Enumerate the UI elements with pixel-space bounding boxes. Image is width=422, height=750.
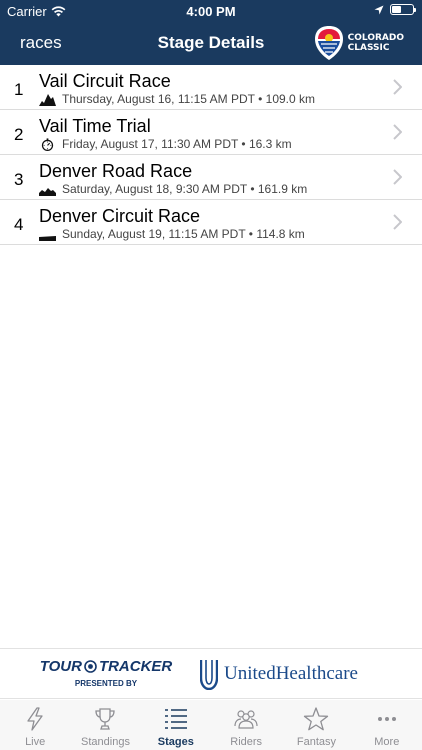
nav-bar: races Stage Details COLORADO CLASSIC <box>0 22 422 65</box>
tab-live[interactable]: Live <box>0 700 70 750</box>
mountain-icon <box>39 93 56 106</box>
stage-details: Thursday, August 16, 11:15 AM PDT • 109.… <box>39 92 315 106</box>
tab-riders[interactable]: Riders <box>211 700 281 750</box>
stage-details: Saturday, August 18, 9:30 AM PDT • 161.9… <box>39 182 307 196</box>
stage-row-2[interactable]: 2 Vail Time Trial Friday, August 17, 11:… <box>0 110 422 155</box>
stopwatch-icon <box>41 137 54 151</box>
back-button[interactable]: races <box>20 33 62 53</box>
trophy-icon <box>95 708 116 730</box>
status-bar: Carrier 4:00 PM <box>0 0 422 22</box>
stage-details: Sunday, August 19, 11:15 AM PDT • 114.8 … <box>39 227 305 241</box>
stage-title: Denver Road Race <box>39 161 193 181</box>
unitedhealthcare-wordmark: UnitedHealthcare <box>224 663 358 684</box>
stage-number: 1 <box>14 80 24 99</box>
stage-number: 3 <box>14 170 24 189</box>
unitedhealthcare-logo: UnitedHealthcare <box>200 658 358 690</box>
chevron-right-icon <box>393 214 402 230</box>
logo-line-2: CLASSIC <box>347 43 390 53</box>
tab-fantasy[interactable]: Fantasy <box>281 700 351 750</box>
stage-details-text: Thursday, August 16, 11:15 AM PDT • 109.… <box>62 92 316 106</box>
stage-title: Vail Circuit Race <box>39 71 171 91</box>
stage-title: Vail Time Trial <box>39 116 151 136</box>
tab-label: Stages <box>157 736 194 748</box>
stage-number: 2 <box>14 125 24 144</box>
presented-by-label: PRESENTED BY <box>74 679 138 688</box>
stage-list: 1 Vail Circuit Race Thursday, August 16,… <box>0 65 422 245</box>
tour-tracker-wordmark: TOUR TRACKER <box>36 658 176 675</box>
sponsor-banner[interactable]: TOUR TRACKER PRESENTED BY UnitedHealthca… <box>0 648 422 699</box>
tab-label: Live <box>25 736 46 748</box>
stage-row-1[interactable]: 1 Vail Circuit Race Thursday, August 16,… <box>0 65 422 110</box>
tour-tracker-logo: TOUR TRACKER PRESENTED BY <box>36 658 176 688</box>
target-icon <box>84 660 97 673</box>
uhc-u-icon <box>200 660 218 690</box>
status-indicators <box>374 4 416 15</box>
colorado-classic-emblem-icon <box>314 26 343 60</box>
logo-wordmark: COLORADO CLASSIC <box>348 33 404 53</box>
tour-tracker-word-b: TRACKER <box>98 658 173 675</box>
stage-details-text: Saturday, August 18, 9:30 AM PDT • 161.9… <box>62 182 308 196</box>
tour-tracker-word-a: TOUR <box>39 658 82 675</box>
status-time: 4:00 PM <box>186 4 236 19</box>
logo-line-1: COLORADO <box>347 33 404 43</box>
tab-label: More <box>374 736 400 748</box>
stage-row-4[interactable]: 4 Denver Circuit Race Sunday, August 19,… <box>0 200 422 245</box>
tab-stages[interactable]: Stages <box>141 700 211 750</box>
battery-icon <box>390 4 416 15</box>
location-arrow-icon <box>374 5 384 14</box>
colorado-classic-logo: COLORADO CLASSIC <box>314 25 404 61</box>
chevron-right-icon <box>393 169 402 185</box>
stage-details-text: Friday, August 17, 11:30 AM PDT • 16.3 k… <box>62 137 292 151</box>
chevron-right-icon <box>393 124 402 140</box>
hilly-icon <box>39 187 56 196</box>
tab-label: Riders <box>230 736 263 748</box>
tab-more[interactable]: More <box>352 700 422 750</box>
tab-label: Fantasy <box>296 736 337 748</box>
flat-icon <box>39 235 56 241</box>
star-icon <box>304 707 329 731</box>
tab-standings[interactable]: Standings <box>70 700 140 750</box>
chevron-right-icon <box>393 79 402 95</box>
stage-details: Friday, August 17, 11:30 AM PDT • 16.3 k… <box>39 137 292 151</box>
app-header: Carrier 4:00 PM races Stage Details COLO… <box>0 0 422 65</box>
stage-number: 4 <box>14 215 24 234</box>
tab-bar: Live Standings Stages Riders Fantasy Mor… <box>0 700 422 750</box>
stage-title: Denver Circuit Race <box>39 206 201 226</box>
riders-icon <box>234 710 258 729</box>
stage-row-3[interactable]: 3 Denver Road Race Saturday, August 18, … <box>0 155 422 200</box>
stage-details-text: Sunday, August 19, 11:15 AM PDT • 114.8 … <box>62 227 305 241</box>
tab-label: Standings <box>81 736 130 748</box>
list-icon <box>164 709 187 729</box>
bolt-icon <box>27 707 43 731</box>
more-icon <box>377 717 396 721</box>
